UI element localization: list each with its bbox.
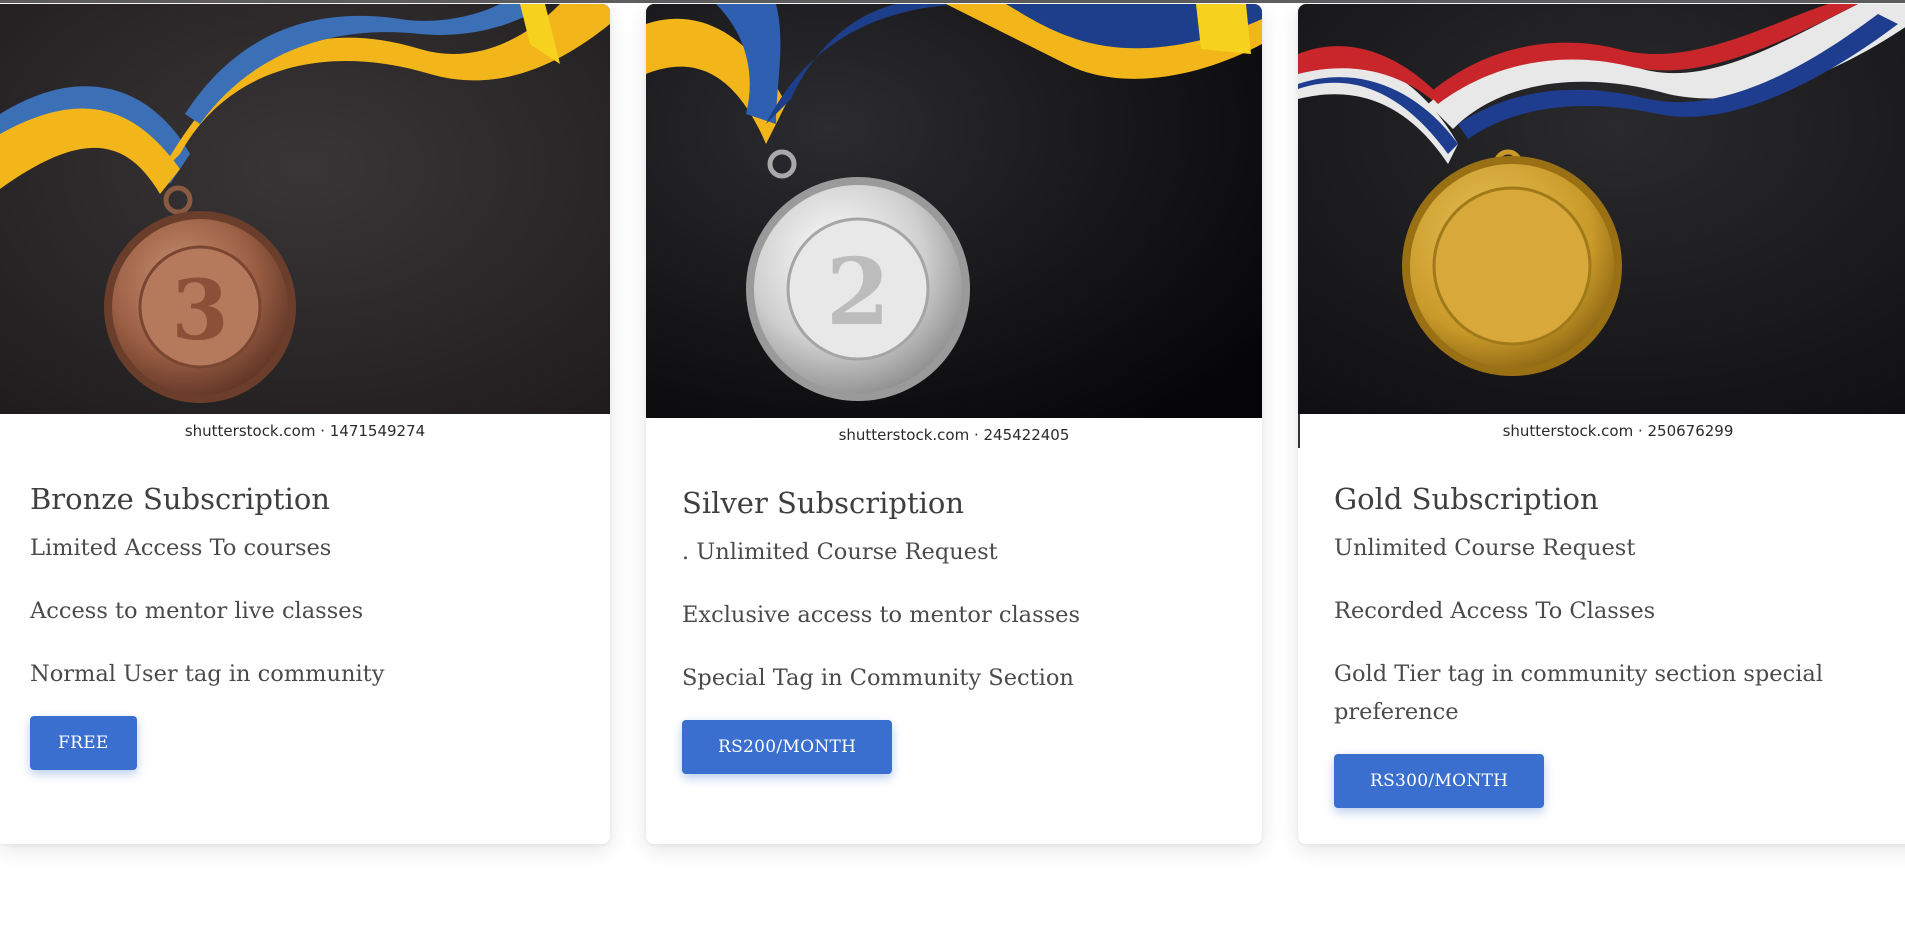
image-credit: shutterstock.com · 245422405 (838, 426, 1070, 444)
image-credit: shutterstock.com · 250676299 (1502, 422, 1734, 440)
medal-number-3: 3 (171, 263, 228, 359)
gold-medal-image (1298, 4, 1905, 414)
silver-medal-image: 2 (646, 4, 1262, 418)
plan-feature: Access to mentor live classes (30, 597, 364, 624)
plan-feature: Recorded Access To Classes (1334, 597, 1656, 624)
plan-feature: Unlimited Course Request (1334, 534, 1636, 561)
image-credit: shutterstock.com · 1471549274 (184, 422, 426, 440)
free-plan-button[interactable]: FREE (30, 715, 137, 770)
gold-subscription-card: shutterstock.com · 250676299 Gold Subscr… (1298, 4, 1905, 844)
plan-title: Silver Subscription (682, 486, 965, 520)
gold-plan-price-button[interactable]: RS300/MONTH (1334, 753, 1545, 808)
top-border (0, 0, 1905, 3)
card-body: Gold Subscription Unlimited Course Reque… (1334, 482, 1905, 808)
medal-number-2: 2 (826, 238, 890, 346)
plan-title: Bronze Subscription (30, 482, 330, 516)
card-body: Bronze Subscription Limited Access To co… (30, 482, 580, 770)
plan-feature: Exclusive access to mentor classes (682, 601, 1081, 628)
plan-feature: . Unlimited Course Request (682, 538, 998, 565)
plan-title: Gold Subscription (1334, 482, 1599, 516)
plan-feature: Gold Tier tag in community section speci… (1334, 660, 1824, 725)
card-body: Silver Subscription . Unlimited Course R… (682, 486, 1232, 774)
bronze-subscription-card: 3 shutterstock.com · 1471549274 Bronze S… (0, 4, 610, 844)
bronze-medal-image: 3 (0, 4, 610, 414)
plan-feature: Special Tag in Community Section (682, 664, 1074, 691)
plan-feature: Normal User tag in community (30, 660, 385, 687)
silver-subscription-card: 2 shutterstock.com · 245422405 Silver Su… (646, 4, 1262, 844)
silver-plan-price-button[interactable]: RS200/MONTH (682, 719, 893, 774)
plan-feature: Limited Access To courses (30, 534, 332, 561)
